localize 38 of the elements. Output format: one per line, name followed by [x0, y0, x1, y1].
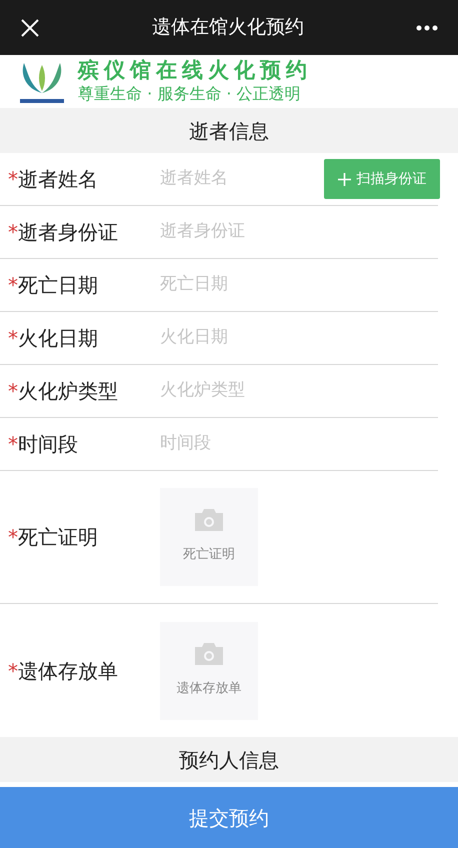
more-icon[interactable]: [416, 24, 438, 30]
photo-upload[interactable]: 死亡证明: [160, 488, 258, 586]
upload-caption: 死亡证明: [183, 546, 235, 564]
field-label: 逝者姓名: [18, 166, 98, 193]
required-mark: *: [8, 219, 18, 246]
field-label: 时间段: [18, 431, 78, 458]
window-title: 遗体在馆火化预约: [151, 15, 305, 40]
required-mark: *: [8, 658, 18, 684]
input-field[interactable]: 时间段: [160, 431, 438, 457]
input-field[interactable]: 火化日期: [160, 325, 438, 351]
field-label: 死亡证明: [18, 524, 98, 551]
field-label: 火化炉类型: [18, 378, 118, 405]
input-field[interactable]: 逝者身份证: [160, 219, 438, 245]
banner-title: 殡仪馆在线火化预约: [78, 58, 312, 83]
close-icon[interactable]: [20, 18, 40, 38]
section-title: 逝者信息: [189, 118, 269, 144]
field-label: 火化日期: [18, 325, 98, 352]
field-label: 逝者身份证: [18, 219, 118, 246]
camera-icon: [195, 509, 223, 532]
required-mark: *: [8, 431, 18, 458]
upload-caption: 遗体存放单: [176, 680, 242, 698]
input-field[interactable]: 火化炉类型: [160, 378, 438, 404]
banner-slogan: 尊重生命 · 服务生命 · 公正透明: [78, 83, 302, 105]
section-title: 预约人信息: [179, 746, 279, 774]
submit-button[interactable]: 提交预约: [0, 787, 458, 848]
input-field[interactable]: 死亡日期: [160, 272, 438, 298]
input-field[interactable]: 逝者姓名: [160, 166, 324, 192]
required-mark: *: [8, 325, 18, 352]
field-label: 遗体存放单: [18, 658, 118, 684]
camera-icon: [195, 642, 223, 665]
required-mark: *: [8, 166, 18, 193]
plus-icon: [338, 172, 350, 186]
scan-id-button[interactable]: 扫描身份证: [324, 159, 440, 199]
required-mark: *: [8, 378, 18, 405]
field-label: 死亡日期: [18, 272, 98, 299]
required-mark: *: [8, 272, 18, 299]
photo-upload[interactable]: 遗体存放单: [160, 622, 258, 720]
required-mark: *: [8, 524, 18, 551]
